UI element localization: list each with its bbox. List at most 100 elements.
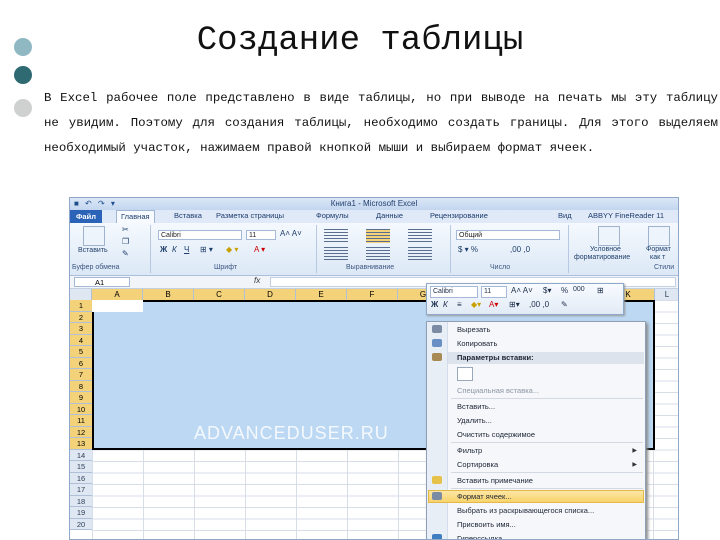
row-header[interactable]: 11	[70, 415, 92, 427]
row-header[interactable]: 15	[70, 461, 92, 473]
row-header[interactable]: 4	[70, 334, 92, 346]
mini-thousands-button[interactable]: 000	[573, 286, 585, 293]
tab-formulas[interactable]: Формулы	[316, 211, 349, 220]
row-header[interactable]: 18	[70, 495, 92, 507]
copy-icon[interactable]: ❐	[122, 237, 129, 246]
font-size-combo[interactable]: 11	[246, 230, 276, 240]
mini-font-color-icon[interactable]: A▾	[489, 300, 498, 309]
column-header[interactable]: E	[296, 289, 347, 300]
column-header[interactable]: B	[143, 289, 194, 300]
row-header[interactable]: 14	[70, 449, 92, 461]
bold-button[interactable]: Ж	[160, 245, 167, 254]
mini-font-combo[interactable]: Calibri	[430, 286, 478, 298]
format-painter-icon[interactable]: ✎	[122, 249, 129, 258]
number-format-combo[interactable]: Общий	[456, 230, 560, 240]
mini-fill-color-icon[interactable]: ◆▾	[471, 300, 481, 309]
merge-center-icon[interactable]	[408, 247, 432, 261]
tab-insert[interactable]: Вставка	[174, 211, 202, 220]
row-header[interactable]: 9	[70, 392, 92, 404]
align-middle-icon[interactable]	[366, 229, 390, 243]
tab-review[interactable]: Рецензирование	[430, 211, 488, 220]
borders-icon[interactable]: ⊞ ▾	[200, 245, 213, 254]
row-header[interactable]: 12	[70, 426, 92, 438]
tab-file[interactable]: Файл	[70, 210, 102, 223]
menu-item-insert[interactable]: Вставить...	[457, 402, 495, 411]
cut-icon[interactable]: ✂	[122, 225, 129, 234]
menu-item-cut[interactable]: Вырезать	[457, 325, 490, 334]
format-as-table-label-1[interactable]: Формат	[646, 246, 671, 253]
tab-view[interactable]: Вид	[558, 211, 572, 220]
mini-grow-font-icon[interactable]: A˄ A˅	[511, 286, 533, 295]
decimal-buttons[interactable]: ,00 ,0	[510, 245, 530, 254]
row-header[interactable]: 1	[70, 300, 92, 312]
grow-shrink-font-icon[interactable]: A˄ A˅	[280, 229, 302, 238]
mini-format-painter-icon[interactable]: ⊞	[597, 286, 604, 295]
tab-abbyy[interactable]: ABBYY FineReader 11	[588, 211, 664, 220]
select-all-corner[interactable]	[70, 289, 92, 300]
format-as-table-label-2[interactable]: как т	[650, 254, 665, 261]
menu-item-define-name[interactable]: Присвоить имя...	[457, 520, 516, 529]
menu-item-copy[interactable]: Копировать	[457, 339, 497, 348]
mini-percent-button[interactable]: %	[561, 286, 568, 295]
row-header[interactable]: 5	[70, 346, 92, 358]
fill-color-icon[interactable]: ◆ ▾	[226, 245, 238, 254]
group-font-label: Шрифт	[214, 264, 238, 271]
column-header[interactable]: F	[347, 289, 398, 300]
menu-item-format-cells[interactable]: Формат ячеек...	[457, 492, 512, 501]
menu-item-hyperlink[interactable]: Гиперссылка...	[457, 534, 508, 539]
format-as-table-icon[interactable]	[648, 226, 670, 246]
font-color-icon[interactable]: A ▾	[254, 245, 265, 254]
tab-page-layout[interactable]: Разметка страницы	[216, 211, 284, 220]
menu-item-sort[interactable]: Сортировка	[457, 460, 498, 469]
italic-button[interactable]: К	[172, 245, 177, 254]
column-header[interactable]: D	[245, 289, 296, 300]
align-center-icon[interactable]	[366, 247, 390, 261]
paste-button-label[interactable]: Вставить	[78, 247, 108, 254]
row-header[interactable]: 10	[70, 403, 92, 415]
row-header[interactable]: 19	[70, 507, 92, 519]
mini-bold-button[interactable]: Ж	[431, 300, 438, 309]
row-header[interactable]: 20	[70, 518, 92, 530]
fx-icon[interactable]: fx	[254, 276, 260, 285]
menu-separator	[451, 488, 643, 489]
column-header[interactable]: C	[194, 289, 245, 300]
wrap-text-icon[interactable]	[408, 229, 432, 243]
paste-option-icon[interactable]	[457, 367, 473, 381]
menu-item-clear-contents[interactable]: Очистить содержимое	[457, 430, 535, 439]
mini-brush-icon[interactable]: ✎	[561, 300, 568, 309]
row-header[interactable]: 7	[70, 369, 92, 381]
underline-button[interactable]: Ч	[184, 245, 189, 254]
mini-borders-icon[interactable]: ⊞▾	[509, 300, 520, 309]
name-box[interactable]: A1	[74, 277, 130, 287]
tab-data[interactable]: Данные	[376, 211, 403, 220]
conditional-format-label-2[interactable]: форматирование	[574, 254, 630, 261]
mini-italic-button[interactable]: К	[443, 300, 448, 309]
column-header[interactable]: A	[92, 289, 143, 300]
menu-item-filter[interactable]: Фильтр	[457, 446, 482, 455]
row-header[interactable]: 17	[70, 484, 92, 496]
column-header[interactable]: L	[655, 289, 678, 300]
conditional-format-label-1[interactable]: Условное	[590, 246, 621, 253]
active-cell[interactable]	[92, 300, 143, 312]
align-top-icon[interactable]	[324, 229, 348, 243]
align-left-icon[interactable]	[324, 247, 348, 261]
mini-align-center-icon[interactable]: ≡	[457, 300, 462, 309]
number-format-buttons[interactable]: $ ▾ %	[458, 245, 478, 254]
mini-decimal-icon[interactable]: ,00 ,0	[529, 300, 549, 309]
tab-home[interactable]: Главная	[116, 210, 155, 223]
row-header[interactable]: 16	[70, 472, 92, 484]
menu-item-pick-from-list[interactable]: Выбрать из раскрывающегося списка...	[457, 506, 594, 515]
mini-currency-icon[interactable]: $▾	[543, 286, 551, 295]
row-header[interactable]: 6	[70, 357, 92, 369]
row-header[interactable]: 8	[70, 380, 92, 392]
menu-item-insert-comment[interactable]: Вставить примечание	[457, 476, 533, 485]
conditional-format-icon[interactable]	[598, 226, 620, 246]
menu-item-delete[interactable]: Удалить...	[457, 416, 492, 425]
menu-item-paste-special[interactable]: Специальная вставка...	[457, 386, 539, 395]
row-header[interactable]: 3	[70, 323, 92, 335]
row-header[interactable]: 13	[70, 438, 92, 450]
paste-icon[interactable]	[83, 226, 105, 246]
mini-size-combo[interactable]: 11	[481, 286, 507, 298]
row-header[interactable]: 2	[70, 311, 92, 323]
font-name-combo[interactable]: Calibri	[158, 230, 242, 240]
